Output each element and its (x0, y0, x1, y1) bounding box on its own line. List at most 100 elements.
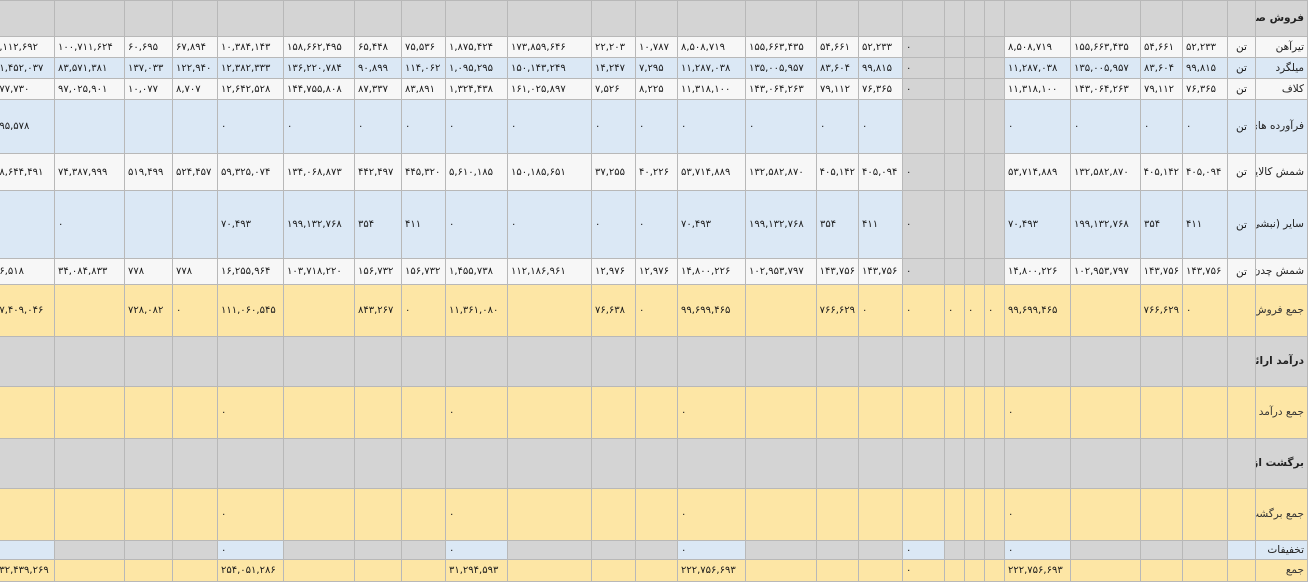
value-cell: ۰ (591, 99, 636, 154)
value-cell: ۰ (902, 559, 945, 582)
value-cell: ۰ (677, 488, 746, 541)
value-cell (964, 0, 985, 37)
value-cell: ۰ (902, 78, 945, 100)
value-cell (1140, 488, 1183, 541)
value-cell: ۰ (1004, 488, 1071, 541)
value-cell: ۹۹,۸۱۵ (1182, 57, 1228, 79)
value-cell (944, 190, 965, 259)
value-cell: ۰ (283, 99, 355, 154)
value-cell: ۷۶۶,۶۲۹ (816, 284, 859, 337)
value-cell: ۱۲۲,۹۴۰ (172, 57, 218, 79)
value-cell: ۱۴۳,۰۶۴,۲۶۳ (745, 78, 817, 100)
total-export-sales-row: جمع فروش صادراتی۰۷۶۶,۶۲۹۹۹,۶۹۹,۴۶۵۰۰۰۰۰۷… (0, 284, 1308, 337)
value-cell (1140, 0, 1183, 37)
value-cell (984, 78, 1005, 100)
value-cell: ۵۳,۷۱۴,۸۸۹ (677, 153, 746, 191)
value-cell (172, 336, 218, 387)
value-cell: ۵۲۴,۴۵۷ (172, 153, 218, 191)
value-cell: ۱۴,۸۰۰,۲۲۶ (677, 258, 746, 285)
value-cell (902, 0, 945, 37)
grand-total-row: جمع ۲۲۲,۷۵۶,۶۹۳ ۰ ۲۲۲,۷۵۶,۶۹۳ ۳۱,۲۹۴,۵۹۳ ۲۵۴,… (0, 559, 1308, 582)
value-cell: ۱۲,۹۷۶ (591, 258, 636, 285)
value-cell (1004, 438, 1071, 489)
value-cell (902, 99, 945, 154)
value-cell (944, 438, 965, 489)
value-cell (745, 438, 817, 489)
value-cell: ۰ (401, 284, 446, 337)
value-cell: ۱۴۳,۷۵۶ (1140, 258, 1183, 285)
value-cell: ۱۰,۰۷۷ (124, 78, 173, 100)
value-cell (944, 99, 965, 154)
value-cell: ۷,۲۹۵ (635, 57, 678, 79)
section-sales-returns: برگشت از فروش: (0, 438, 1308, 489)
value-cell: ۷۰,۴۹۳ (217, 190, 284, 259)
value-cell (745, 0, 817, 37)
value-cell: ۰ (745, 99, 817, 154)
value-cell (1070, 336, 1141, 387)
value-cell (964, 488, 985, 541)
value-cell (445, 0, 508, 37)
value-cell (1070, 559, 1141, 582)
value-cell: ۱۱,۳۱۸,۱۰۰ (677, 78, 746, 100)
value-cell (124, 438, 173, 489)
value-cell (54, 438, 125, 489)
value-cell: ۷۶,۶۳۸ (591, 284, 636, 337)
value-cell (54, 99, 125, 154)
value-cell: ۳۵۴ (1140, 190, 1183, 259)
value-cell (401, 438, 446, 489)
value-cell (635, 488, 678, 541)
value-cell: ۶۷,۸۹۴ (172, 36, 218, 58)
section-service-revenue: درآمد ارائه خدمات: (0, 336, 1308, 387)
value-cell (172, 0, 218, 37)
value-cell: ۴۰۵,۱۴۲ (816, 153, 859, 191)
value-cell (1070, 488, 1141, 541)
value-cell (964, 559, 985, 582)
value-cell (984, 0, 1005, 37)
value-cell (1182, 386, 1228, 439)
value-cell: ۳۵۴ (354, 190, 402, 259)
value-cell (1070, 438, 1141, 489)
value-cell: ۰ (984, 284, 1005, 337)
value-cell: ۵۷,۴۰۹,۰۴۶ (0, 284, 55, 337)
value-cell: ۵,۶۱۰,۱۸۵ (445, 153, 508, 191)
value-cell: ۱۱,۳۱۸,۱۰۰ (1004, 78, 1071, 100)
row-label: جمع برگشت از فروش (1255, 488, 1308, 541)
value-cell: ۰ (507, 99, 592, 154)
value-cell: ۰ (354, 99, 402, 154)
value-cell: ۵۳,۷۱۴,۸۸۹ (1004, 153, 1071, 191)
value-cell: ۷۶,۳۶۵ (858, 78, 903, 100)
value-cell (445, 336, 508, 387)
value-cell: ۰ (635, 99, 678, 154)
value-cell: ۰ (858, 99, 903, 154)
value-cell (54, 336, 125, 387)
value-cell: ۱۱,۲۸۷,۰۳۸ (677, 57, 746, 79)
value-cell: ۰ (635, 190, 678, 259)
value-cell (0, 336, 55, 387)
unit-cell (1227, 438, 1256, 489)
value-cell: ۰ (445, 99, 508, 154)
value-cell (944, 258, 965, 285)
value-cell (858, 438, 903, 489)
value-cell (591, 488, 636, 541)
value-cell: ۷۲۸,۰۸۲ (124, 284, 173, 337)
value-cell: ۸۴۳,۲۶۷ (354, 284, 402, 337)
total-service-revenue-row: جمع درآمد ارائه خدمات ۰ ۰ ۰ ۰ ۰ (0, 386, 1308, 439)
value-cell (964, 190, 985, 259)
value-cell: ۰ (1070, 99, 1141, 154)
value-cell: ۱۱,۴۵۲,۰۳۷ (0, 57, 55, 79)
value-cell (507, 488, 592, 541)
value-cell (816, 438, 859, 489)
value-cell (354, 386, 402, 439)
value-cell: ۷۰,۴۹۳ (1004, 190, 1071, 259)
row-label: کلاف (1255, 78, 1308, 100)
value-cell: ۹۰,۸۹۹ (354, 57, 402, 79)
value-cell (964, 438, 985, 489)
value-cell (354, 559, 402, 582)
value-cell (507, 0, 592, 37)
value-cell (902, 438, 945, 489)
value-cell (354, 540, 402, 560)
value-cell: ۸۷,۳۳۷ (354, 78, 402, 100)
value-cell: ۰ (217, 488, 284, 541)
value-cell (354, 0, 402, 37)
value-cell: ۸۳,۶۰۴ (816, 57, 859, 79)
